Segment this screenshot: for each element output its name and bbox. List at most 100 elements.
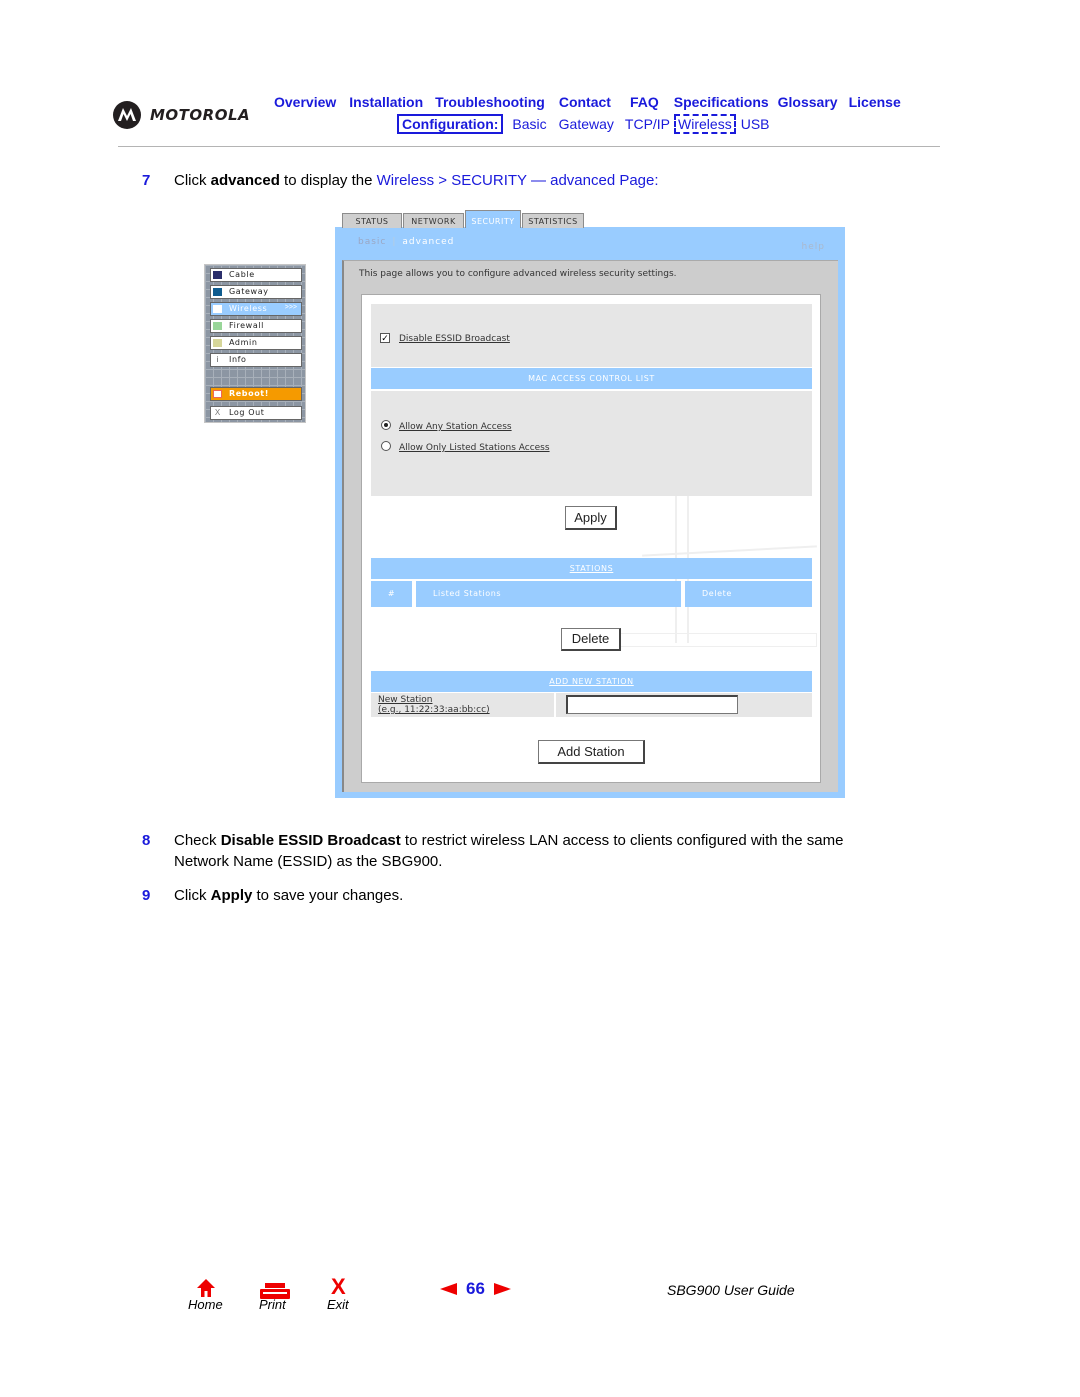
add-station-button[interactable]: Add Station bbox=[538, 740, 645, 764]
nav-tcpip[interactable]: TCP/IP bbox=[625, 116, 670, 132]
exit-label[interactable]: Exit bbox=[327, 1297, 349, 1312]
print-label[interactable]: Print bbox=[259, 1297, 286, 1312]
brand-name: MOTOROLA bbox=[150, 106, 251, 124]
step-text: Check Disable ESSID Broadcast to restric… bbox=[174, 830, 843, 851]
step-text-line2: Network Name (ESSID) as the SBG900. bbox=[174, 853, 443, 870]
configuration-subnav: Configuration: Basic Gateway TCP/IP Wire… bbox=[397, 114, 770, 134]
subnav-separator: | bbox=[392, 237, 397, 247]
page-number: 66 bbox=[466, 1279, 485, 1298]
step-text: Click Apply to save your changes. bbox=[174, 885, 403, 906]
bold-term: Disable ESSID Broadcast bbox=[220, 832, 401, 849]
menu-logout[interactable]: X Log Out bbox=[210, 406, 302, 420]
nav-faq[interactable]: FAQ bbox=[630, 94, 659, 110]
page-description: This page allows you to configure advanc… bbox=[359, 269, 677, 279]
guide-title: SBG900 User Guide bbox=[667, 1282, 795, 1298]
menu-label: Admin bbox=[229, 338, 258, 347]
new-station-label-cell: New Station (e.g., 11:22:33:aa:bb:cc) bbox=[371, 693, 556, 717]
menu-admin[interactable]: Admin bbox=[210, 336, 302, 350]
page-navigator: 66 bbox=[440, 1279, 511, 1299]
stations-title[interactable]: STATIONS bbox=[570, 564, 614, 573]
motorola-logo: MOTOROLA bbox=[113, 101, 250, 129]
menu-label: Cable bbox=[229, 270, 255, 279]
nav-contact[interactable]: Contact bbox=[559, 94, 611, 110]
nav-configuration[interactable]: Configuration: bbox=[397, 114, 504, 134]
mac-acl-header: MAC ACCESS CONTROL LIST bbox=[371, 368, 812, 389]
add-new-station-header: ADD NEW STATION bbox=[371, 671, 812, 692]
menu-reboot[interactable]: Reboot! bbox=[210, 387, 302, 401]
mac-acl-section: Allow Any Station Access Allow Only List… bbox=[371, 391, 812, 496]
menu-cable[interactable]: Cable bbox=[210, 268, 302, 282]
allow-listed-radio[interactable] bbox=[381, 441, 391, 451]
tab-statistics[interactable]: STATISTICS bbox=[522, 213, 584, 228]
new-station-input[interactable] bbox=[566, 695, 738, 714]
menu-label: Wireless bbox=[229, 304, 268, 313]
top-navigation: Overview Installation Troubleshooting Co… bbox=[274, 94, 901, 110]
watermark-line bbox=[642, 545, 817, 557]
gateway-swatch-icon bbox=[213, 288, 222, 296]
reboot-icon bbox=[213, 390, 222, 398]
step-number: 8 bbox=[142, 832, 151, 849]
nav-glossary[interactable]: Glossary bbox=[778, 94, 838, 110]
help-link[interactable]: help bbox=[802, 242, 825, 252]
nav-specifications[interactable]: Specifications bbox=[674, 94, 769, 110]
essid-section: ✓ Disable ESSID Broadcast bbox=[371, 304, 812, 367]
menu-info[interactable]: i Info bbox=[210, 353, 302, 367]
page-reference-link[interactable]: Wireless > SECURITY — advanced Page bbox=[377, 172, 655, 189]
logout-x-icon: X bbox=[214, 408, 221, 417]
router-side-menu: Cable Gateway Wireless >>> Firewall Admi… bbox=[204, 264, 306, 423]
allow-any-radio[interactable] bbox=[381, 420, 391, 430]
previous-page-icon[interactable] bbox=[440, 1283, 457, 1295]
text: Click bbox=[174, 172, 211, 189]
text: : bbox=[654, 172, 659, 189]
nav-usb[interactable]: USB bbox=[741, 116, 770, 132]
next-page-icon[interactable] bbox=[493, 1283, 511, 1295]
info-icon: i bbox=[216, 355, 219, 364]
step-number: 7 bbox=[142, 172, 151, 189]
nav-troubleshooting[interactable]: Troubleshooting bbox=[435, 94, 545, 110]
motorola-batwing-icon bbox=[113, 101, 141, 129]
nav-installation[interactable]: Installation bbox=[349, 94, 423, 110]
firewall-swatch-icon bbox=[213, 322, 222, 330]
new-station-hint: (e.g., 11:22:33:aa:bb:cc) bbox=[378, 705, 490, 715]
add-new-station-title[interactable]: ADD NEW STATION bbox=[549, 677, 634, 686]
col-number: # bbox=[371, 581, 412, 607]
subpage-nav: basic | advanced bbox=[358, 237, 454, 247]
tab-network[interactable]: NETWORK bbox=[403, 213, 464, 228]
tab-security[interactable]: SECURITY bbox=[465, 210, 521, 228]
subnav-basic[interactable]: basic bbox=[358, 237, 386, 247]
nav-license[interactable]: License bbox=[849, 94, 901, 110]
menu-label: Firewall bbox=[229, 321, 264, 330]
wireless-swatch-icon bbox=[213, 305, 222, 313]
menu-wireless[interactable]: Wireless >>> bbox=[210, 302, 302, 316]
bold-term: advanced bbox=[210, 172, 280, 189]
cable-swatch-icon bbox=[213, 271, 222, 279]
watermark-line bbox=[612, 633, 817, 647]
apply-button[interactable]: Apply bbox=[565, 506, 617, 530]
allow-any-label[interactable]: Allow Any Station Access bbox=[399, 422, 512, 432]
arrow-right-icon: >>> bbox=[284, 304, 297, 311]
menu-label: Info bbox=[229, 355, 247, 364]
menu-gateway[interactable]: Gateway bbox=[210, 285, 302, 299]
subnav-advanced[interactable]: advanced bbox=[402, 237, 454, 247]
home-label[interactable]: Home bbox=[188, 1297, 223, 1312]
text: Click bbox=[174, 887, 211, 904]
nav-gateway[interactable]: Gateway bbox=[559, 116, 614, 132]
nav-overview[interactable]: Overview bbox=[274, 94, 336, 110]
disable-essid-label[interactable]: Disable ESSID Broadcast bbox=[399, 334, 510, 344]
header-divider bbox=[118, 146, 940, 147]
admin-swatch-icon bbox=[213, 339, 222, 347]
delete-button[interactable]: Delete bbox=[561, 628, 621, 651]
wireless-security-advanced-screenshot: basic | advanced help This page allows you… bbox=[335, 210, 845, 798]
stations-header: STATIONS bbox=[371, 558, 812, 579]
nav-basic[interactable]: Basic bbox=[512, 116, 546, 132]
allow-listed-label[interactable]: Allow Only Listed Stations Access bbox=[399, 443, 550, 453]
new-station-row: New Station (e.g., 11:22:33:aa:bb:cc) bbox=[371, 693, 812, 717]
col-listed-stations: Listed Stations bbox=[416, 581, 681, 607]
col-delete: Delete bbox=[685, 581, 812, 607]
menu-firewall[interactable]: Firewall bbox=[210, 319, 302, 333]
text: to restrict wireless LAN access to clien… bbox=[400, 832, 844, 849]
disable-essid-checkbox[interactable]: ✓ bbox=[380, 333, 390, 343]
tab-status[interactable]: STATUS bbox=[342, 213, 402, 228]
nav-wireless[interactable]: Wireless bbox=[674, 114, 736, 134]
step-text: Click advanced to display the Wireless >… bbox=[174, 170, 659, 191]
